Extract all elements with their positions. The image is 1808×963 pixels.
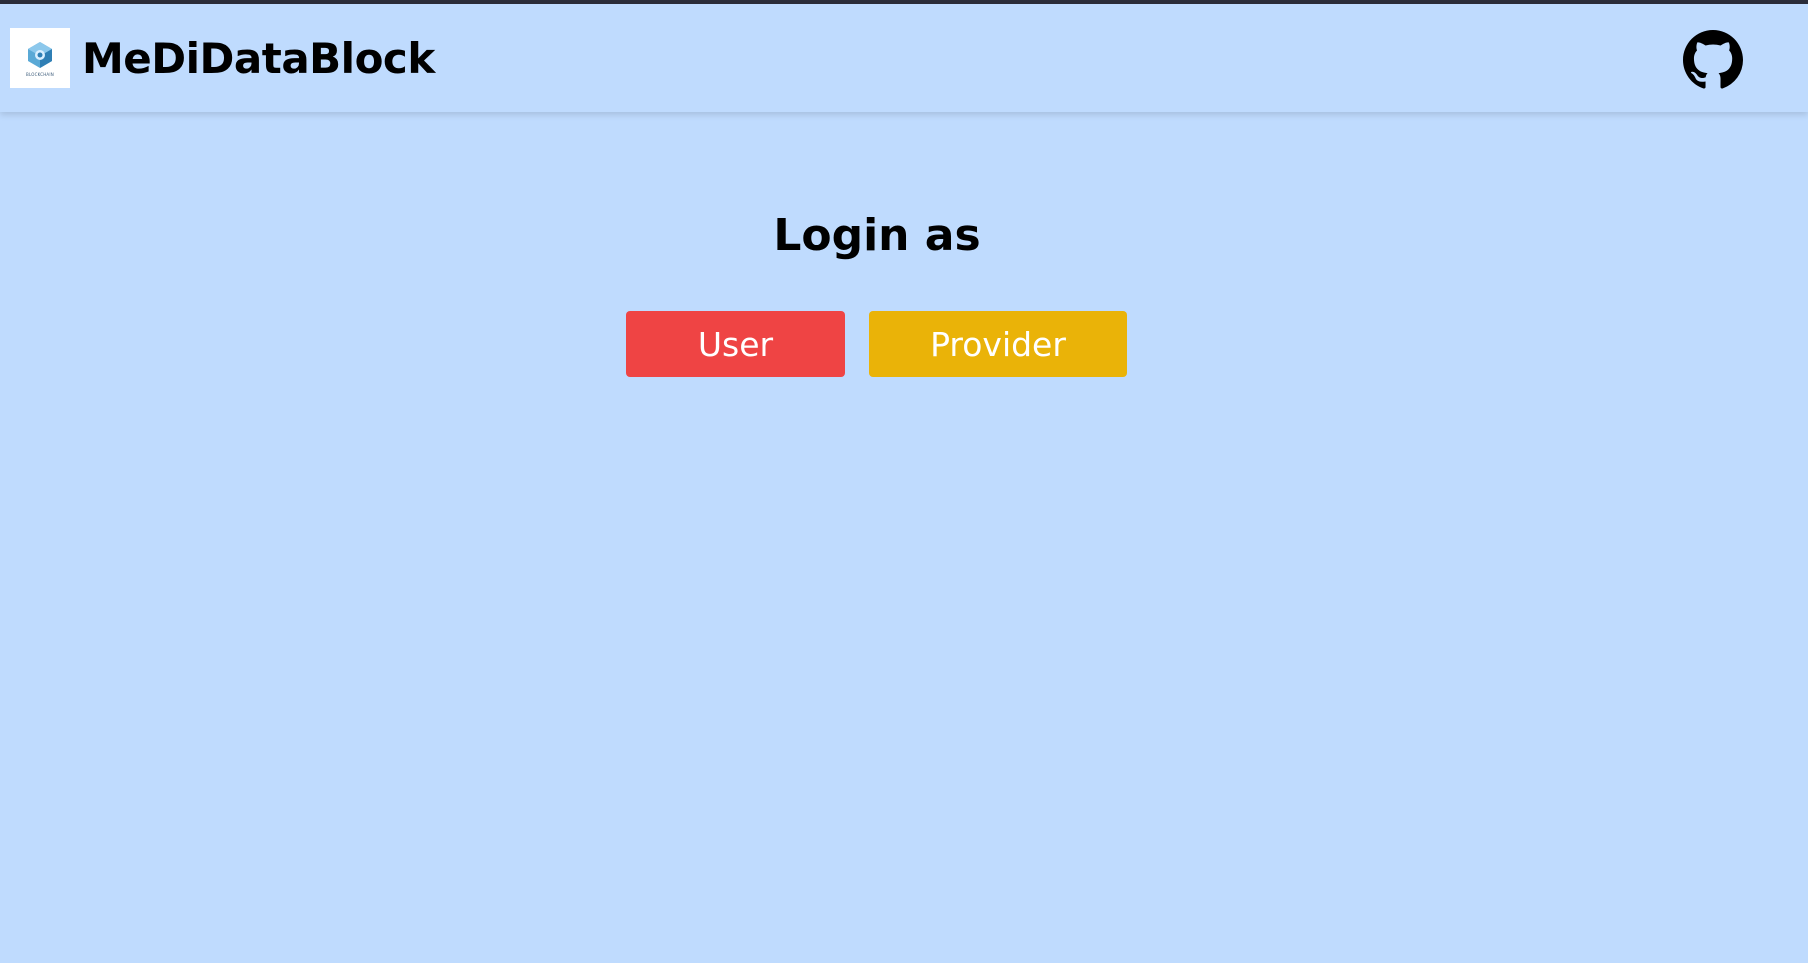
provider-login-button[interactable]: Provider <box>869 311 1127 377</box>
github-link[interactable] <box>1683 30 1743 90</box>
page-title: Login as <box>773 210 981 261</box>
navbar: BLOCKCHAIN MeDiDataBlock <box>0 4 1808 112</box>
user-login-button[interactable]: User <box>626 311 845 377</box>
blockchain-cube-icon <box>28 41 52 68</box>
brand-name[interactable]: MeDiDataBlock <box>82 34 435 83</box>
github-icon <box>1683 30 1743 89</box>
logo-caption: BLOCKCHAIN <box>26 71 54 77</box>
logo[interactable]: BLOCKCHAIN <box>10 28 70 88</box>
brand[interactable]: BLOCKCHAIN MeDiDataBlock <box>10 28 435 88</box>
